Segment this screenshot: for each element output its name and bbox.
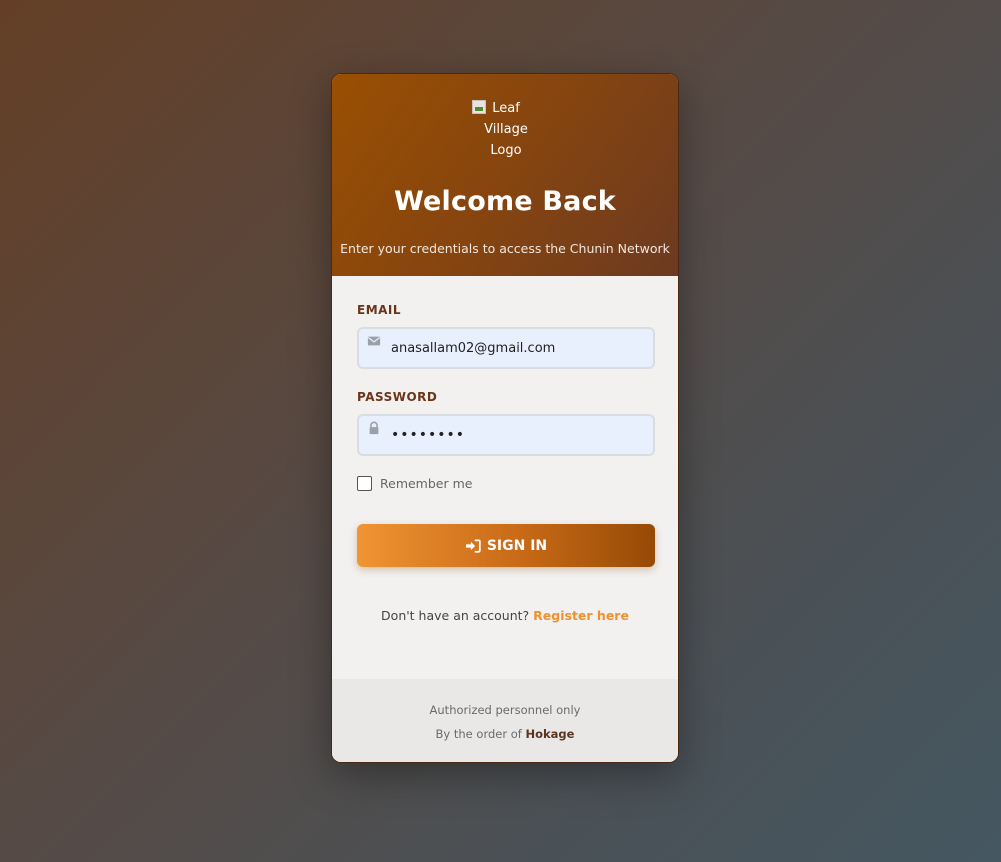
register-prompt: Don't have an account? Register here bbox=[332, 608, 678, 623]
lock-icon bbox=[369, 421, 379, 435]
page-title: Welcome Back bbox=[394, 186, 616, 217]
footer-authority-name: Hokage bbox=[525, 727, 575, 741]
broken-image-icon bbox=[472, 100, 486, 114]
password-input[interactable] bbox=[391, 416, 649, 454]
login-card: Leaf Village Logo Welcome Back Enter you… bbox=[331, 73, 679, 763]
card-footer: Authorized personnel only By the order o… bbox=[332, 679, 678, 762]
register-link[interactable]: Register here bbox=[533, 608, 629, 623]
remember-me-checkbox[interactable] bbox=[357, 476, 372, 491]
leaf-village-logo: Leaf Village Logo bbox=[472, 98, 540, 164]
email-label: EMAIL bbox=[357, 303, 402, 317]
remember-me-label: Remember me bbox=[380, 476, 473, 491]
password-field[interactable] bbox=[357, 414, 655, 456]
footer-notice: Authorized personnel only bbox=[429, 703, 581, 717]
card-header: Leaf Village Logo Welcome Back Enter you… bbox=[332, 74, 678, 276]
sign-in-button[interactable]: SIGN IN bbox=[357, 524, 655, 567]
sign-in-label: SIGN IN bbox=[486, 537, 548, 554]
password-label: PASSWORD bbox=[357, 390, 438, 404]
sign-in-icon bbox=[465, 538, 481, 553]
logo-alt-text: Leaf Village Logo bbox=[484, 101, 528, 158]
email-input[interactable] bbox=[391, 329, 649, 367]
footer-authority-prefix: By the order of bbox=[435, 727, 522, 741]
register-prompt-text: Don't have an account? bbox=[381, 608, 530, 623]
footer-authority: By the order of Hokage bbox=[332, 727, 678, 741]
envelope-icon bbox=[367, 336, 381, 346]
email-field[interactable] bbox=[357, 327, 655, 369]
page-subtitle: Enter your credentials to access the Chu… bbox=[340, 241, 670, 256]
